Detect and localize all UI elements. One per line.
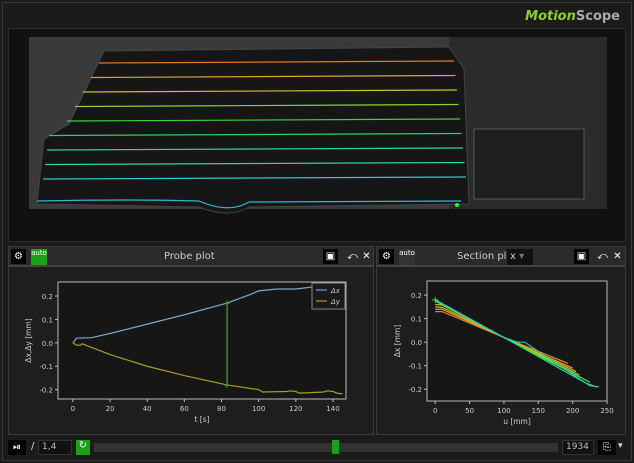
y-tick-label: 0.2 bbox=[411, 292, 422, 300]
close-icon[interactable]: ✕ bbox=[610, 249, 625, 264]
motionscope-logo: MotionScope bbox=[525, 9, 620, 24]
settings-gear-icon[interactable]: ⚙ bbox=[379, 249, 394, 264]
x-tick-label: 0 bbox=[71, 405, 75, 413]
video-view[interactable] bbox=[8, 28, 626, 242]
timeline-slider[interactable] bbox=[94, 440, 558, 454]
x-tick-label: 80 bbox=[217, 405, 226, 413]
x-tick-label: 140 bbox=[326, 405, 339, 413]
timeline-thumb[interactable] bbox=[331, 440, 339, 454]
save-icon[interactable]: ▣ bbox=[323, 249, 338, 264]
x-tick-label: 60 bbox=[180, 405, 189, 413]
frame-spinbox[interactable]: 1934 bbox=[562, 440, 594, 455]
y-axis-label: Δx [mm] bbox=[393, 325, 402, 357]
speed-spinbox[interactable]: 1,4 bbox=[38, 440, 72, 455]
y-tick-label: 0.2 bbox=[42, 293, 53, 301]
plot-area bbox=[57, 281, 347, 400]
legend-label: Δx bbox=[330, 287, 341, 295]
x-axis-label: t [s] bbox=[194, 415, 209, 424]
x-tick-label: 120 bbox=[289, 405, 302, 413]
cursor-marker: + bbox=[223, 381, 231, 391]
chevron-down-icon[interactable]: ▾ bbox=[618, 441, 623, 451]
x-tick-label: 100 bbox=[252, 405, 265, 413]
playback-controls: ⏯ / 1,4 ↻ 1934 ⎘ ▾ bbox=[4, 438, 630, 458]
y-tick-label: -0.1 bbox=[408, 363, 422, 371]
undock-icon[interactable]: ⤺ bbox=[345, 249, 360, 264]
undock-icon[interactable]: ⤺ bbox=[595, 249, 610, 264]
y-tick-label: 0.0 bbox=[411, 339, 422, 347]
probe-chart[interactable]: 0 20 40 60 80 100 120 140 0.2 0.1 0.0 -0.1 -0.2 t [s]… bbox=[9, 269, 375, 434]
section-plot-panel: ⚙ auto Section plot x ▾ ▣ ⤺ ✕ 0 50 100 150 2… bbox=[376, 246, 626, 435]
x-tick-label: 150 bbox=[532, 407, 545, 415]
y-axis-label: Δx,Δy [mm] bbox=[24, 318, 33, 362]
probe-plot-panel: ⚙ auto Probe plot ▣ ⤺ ✕ 0 20 40 60 80 100 120 1… bbox=[8, 246, 374, 435]
y-tick-label: 0.0 bbox=[42, 340, 53, 348]
legend-box bbox=[311, 282, 346, 310]
x-tick-label: 50 bbox=[465, 407, 474, 415]
legend-label: Δy bbox=[330, 298, 341, 306]
probe-marker: + bbox=[431, 295, 439, 306]
loop-icon[interactable]: ↻ bbox=[76, 440, 90, 455]
plot-area bbox=[426, 280, 608, 402]
x-tick-label: 20 bbox=[106, 405, 115, 413]
x-tick-label: 100 bbox=[497, 407, 510, 415]
auto-scale-toggle[interactable]: auto bbox=[31, 249, 47, 265]
y-tick-label: 0.1 bbox=[42, 316, 53, 324]
y-tick-label: -0.1 bbox=[39, 363, 53, 371]
auto-scale-toggle[interactable]: auto bbox=[399, 249, 415, 265]
component-select[interactable]: x ▾ bbox=[507, 249, 533, 265]
x-axis-label: u [mm] bbox=[503, 417, 531, 426]
export-icon[interactable]: ⎘ bbox=[598, 440, 616, 455]
x-tick-label: 40 bbox=[143, 405, 152, 413]
y-tick-label: 0.1 bbox=[411, 316, 422, 324]
cursor-marker: + bbox=[223, 299, 231, 309]
y-tick-label: -0.2 bbox=[408, 386, 422, 394]
save-icon[interactable]: ▣ bbox=[574, 249, 589, 264]
x-tick-label: 250 bbox=[600, 407, 613, 415]
close-icon[interactable]: ✕ bbox=[359, 249, 374, 264]
section-chart[interactable]: 0 50 100 150 200 250 0.2 0.1 0.0 -0.1 -0.2 u [mm] Δx… bbox=[377, 269, 627, 434]
panel-title: Probe plot bbox=[164, 251, 215, 262]
x-tick-label: 0 bbox=[433, 407, 437, 415]
y-tick-label: -0.2 bbox=[39, 387, 53, 395]
chevron-down-icon: ▾ bbox=[519, 251, 525, 262]
settings-gear-icon[interactable]: ⚙ bbox=[11, 249, 26, 264]
play-pause-button[interactable]: ⏯ bbox=[8, 440, 26, 455]
x-tick-label: 200 bbox=[566, 407, 579, 415]
